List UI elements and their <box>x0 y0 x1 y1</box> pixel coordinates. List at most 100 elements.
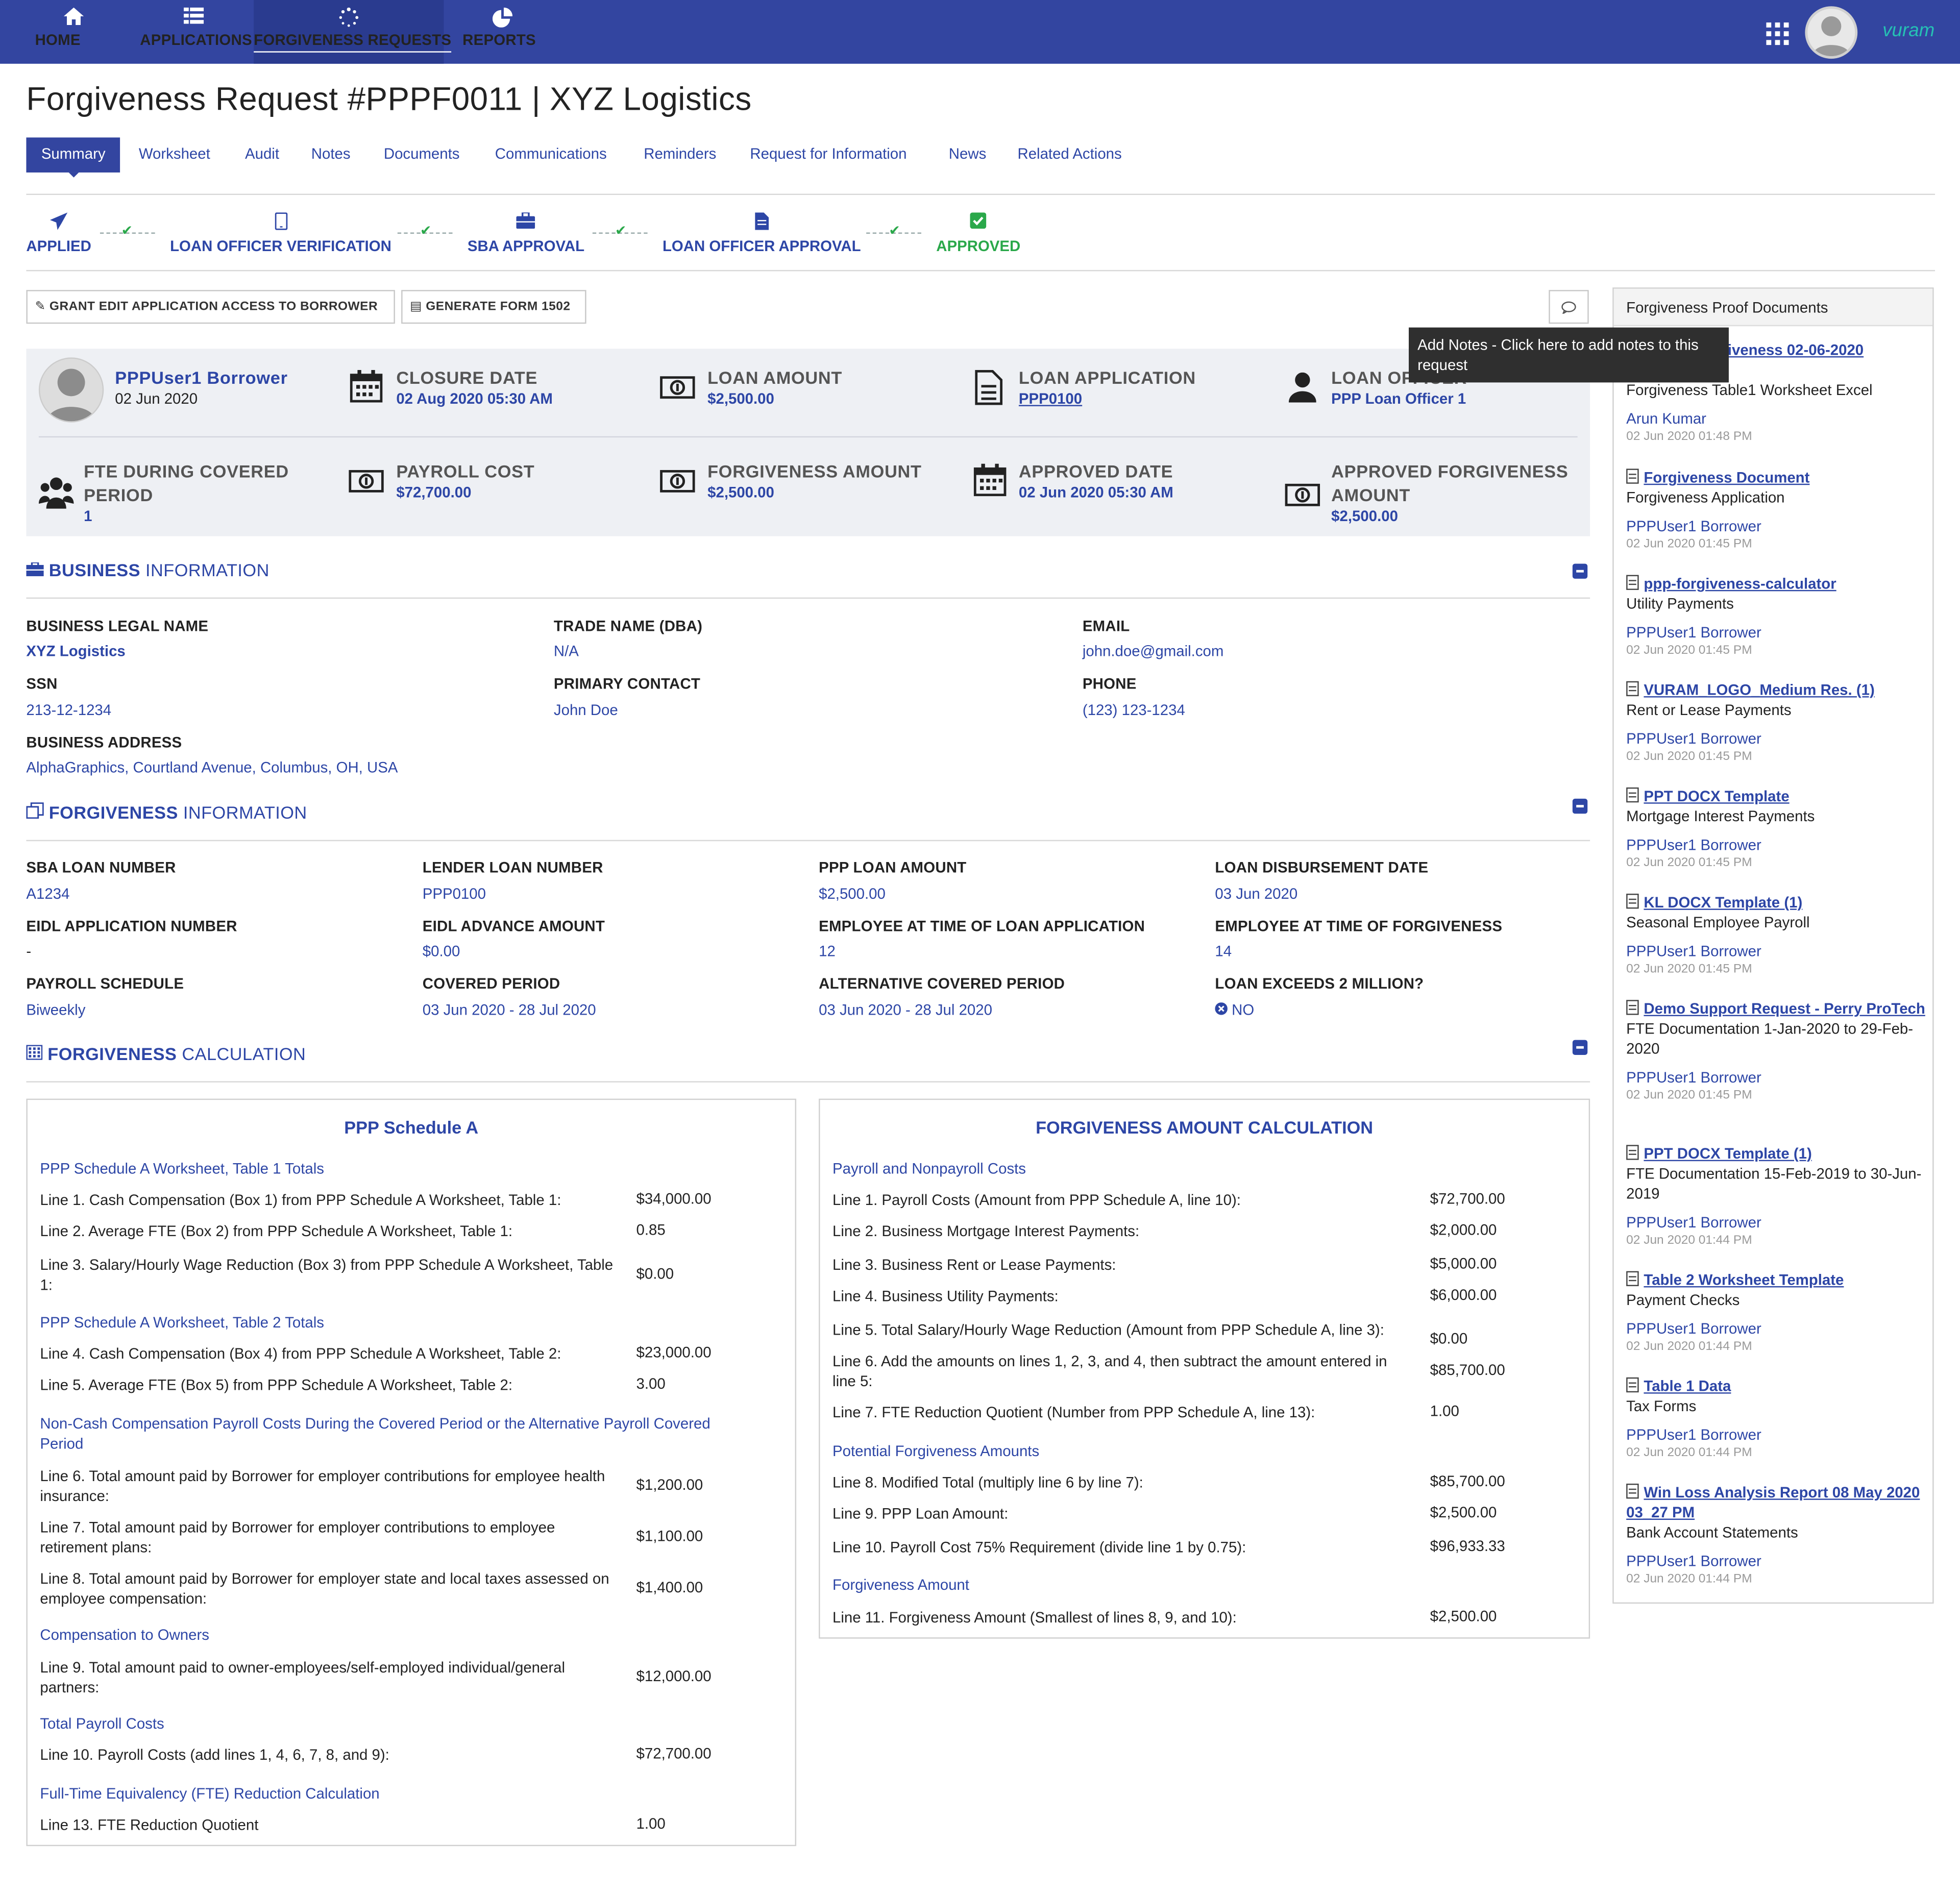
nav-reports[interactable]: REPORTS <box>462 0 543 64</box>
proof-document-uploader[interactable]: PPPUser1 Borrower <box>1626 1551 1926 1571</box>
grant-edit-access-button[interactable]: ✎ GRANT EDIT APPLICATION ACCESS TO BORRO… <box>26 290 395 324</box>
tab-summary[interactable]: Summary <box>26 137 120 178</box>
checkbox-checked-icon <box>936 212 1020 235</box>
lender-loan-number-label: LENDER LOAN NUMBER <box>422 858 603 876</box>
calc-line-label: Line 4. Cash Compensation (Box 4) from P… <box>40 1345 561 1363</box>
proof-document-link[interactable]: VURAM_LOGO_Medium Res. (1) <box>1626 680 1926 700</box>
send-icon <box>26 212 91 235</box>
proof-document-category: Forgiveness Table1 Worksheet Excel <box>1626 381 1873 399</box>
collapse-business-button[interactable] <box>1572 563 1588 579</box>
proof-document-time: 02 Jun 2020 01:45 PM <box>1626 537 1752 552</box>
calc-line-amount: 3.00 <box>636 1374 666 1393</box>
lender-loan-number-value: PPP0100 <box>422 884 486 903</box>
trade-name-value: N/A <box>553 642 579 660</box>
ppp-schedule-a-panel: PPP Schedule A PPP Schedule A Worksheet,… <box>26 1098 797 1847</box>
fte-during-covered-period: FTE DURING COVERED PERIOD 1 <box>84 461 289 525</box>
add-notes-button[interactable] <box>1549 290 1589 324</box>
ppp-loan-amount-label: PPP LOAN AMOUNT <box>819 858 967 876</box>
payroll-cost: PAYROLL COST $72,700.00 <box>396 461 535 502</box>
email-value[interactable]: john.doe@gmail.com <box>1083 643 1224 660</box>
tab-communications[interactable]: Communications <box>480 137 622 173</box>
proof-document-uploader[interactable]: PPPUser1 Borrower <box>1626 1067 1926 1087</box>
loan-disbursement-date-value: 03 Jun 2020 <box>1215 884 1298 903</box>
proof-document-item: Forgiveness Document Forgiveness Applicat… <box>1626 468 1926 554</box>
employee-at-forgiveness-label: EMPLOYEE AT TIME OF FORGIVENESS <box>1215 917 1503 935</box>
collapse-forgiveness-info-button[interactable] <box>1572 798 1588 814</box>
borrower-info: PPPUser1 Borrower 02 Jun 2020 <box>115 366 287 407</box>
calc-line-label: Line 7. Total amount paid by Borrower fo… <box>40 1518 555 1557</box>
proof-document-uploader[interactable]: PPPUser1 Borrower <box>1626 1319 1926 1339</box>
proof-document-link[interactable]: Win Loss Analysis Report 08 May 2020 03_… <box>1626 1483 1926 1522</box>
forgiveness-amount-calc-title: FORGIVENESS AMOUNT CALCULATION <box>1036 1117 1374 1138</box>
proof-document-uploader[interactable]: PPPUser1 Borrower <box>1626 941 1926 961</box>
proof-document-uploader[interactable]: PPPUser1 Borrower <box>1626 729 1926 749</box>
proof-document-uploader[interactable]: PPPUser1 Borrower <box>1626 516 1926 536</box>
calculator-icon <box>26 1044 43 1064</box>
app-grid-icon[interactable] <box>1766 22 1789 45</box>
nav-home[interactable]: HOME <box>35 0 113 64</box>
payroll-schedule-label: PAYROLL SCHEDULE <box>26 975 184 993</box>
borrower-avatar <box>38 357 104 423</box>
calc-line-label: Line 1. Payroll Costs (Amount from PPP S… <box>832 1191 1241 1209</box>
divider <box>26 1081 1590 1083</box>
alternative-covered-period-value: 03 Jun 2020 - 28 Jul 2020 <box>819 1001 992 1019</box>
generate-form-button[interactable]: ▤ GENERATE FORM 1502 <box>401 290 586 324</box>
proof-document-link[interactable]: PPT DOCX Template (1) <box>1626 1144 1926 1164</box>
business-information-title: BUSINESS INFORMATION <box>26 560 269 580</box>
money-icon <box>349 470 384 499</box>
tab-request-for-information[interactable]: Request for Information <box>735 137 922 173</box>
proof-document-item: PPT DOCX Template Mortgage Interest Payme… <box>1626 786 1926 872</box>
tab-related-actions[interactable]: Related Actions <box>1002 137 1137 173</box>
briefcase-icon <box>26 560 44 580</box>
calc-line-amount: $1,400.00 <box>636 1579 703 1596</box>
calc-line-label: Line 2. Average FTE (Box 2) from PPP Sch… <box>40 1222 513 1240</box>
proof-document-link[interactable]: ppp-forgiveness-calculator <box>1626 574 1926 594</box>
mobile-icon <box>170 212 391 235</box>
phone-value: (123) 123-1234 <box>1082 701 1185 719</box>
calc-section-heading: Forgiveness Amount <box>832 1576 969 1594</box>
user-avatar[interactable] <box>1805 6 1858 59</box>
nav-forgiveness-requests[interactable]: FORGIVENESS REQUESTS <box>254 0 452 64</box>
proof-document-item: Table 1 Data Tax Forms PPPUser1 Borrower 02… <box>1626 1376 1926 1462</box>
proof-document-uploader[interactable]: PPPUser1 Borrower <box>1626 1425 1926 1445</box>
calc-line-label: Line 3. Business Rent or Lease Payments: <box>832 1256 1116 1274</box>
calc-line-amount: $2,000.00 <box>1430 1221 1497 1239</box>
tab-notes[interactable]: Notes <box>296 137 365 173</box>
proof-document-uploader[interactable]: PPPUser1 Borrower <box>1626 835 1926 855</box>
tab-documents[interactable]: Documents <box>369 137 474 173</box>
ppp-loan-amount-value: $2,500.00 <box>819 884 886 903</box>
calc-line-label: Line 10. Payroll Costs (add lines 1, 4, … <box>40 1746 389 1764</box>
divider <box>26 269 1935 272</box>
forgiveness-information-title: FORGIVENESS INFORMATION <box>26 802 307 822</box>
forgiveness-amount: FORGIVENESS AMOUNT $2,500.00 <box>707 461 922 502</box>
tab-reminders[interactable]: Reminders <box>629 137 731 173</box>
borrower-name[interactable]: PPPUser1 Borrower <box>115 366 287 390</box>
proof-document-uploader[interactable]: Arun Kumar <box>1626 409 1926 429</box>
proof-document-category: Seasonal Employee Payroll <box>1626 914 1810 931</box>
proof-document-uploader[interactable]: PPPUser1 Borrower <box>1626 1213 1926 1233</box>
list-icon <box>140 0 248 30</box>
proof-document-link[interactable]: Table 2 Worksheet Template <box>1626 1270 1926 1290</box>
step-sba-approval: SBA APPROVAL <box>468 211 584 255</box>
tab-news[interactable]: News <box>934 137 1001 173</box>
proof-document-link[interactable]: Table 1 Data <box>1626 1376 1926 1396</box>
proof-document-uploader[interactable]: PPPUser1 Borrower <box>1626 623 1926 643</box>
nav-applications[interactable]: APPLICATIONS <box>140 0 252 64</box>
brand-logo: vuram <box>1882 20 1935 41</box>
file-icon <box>1626 1271 1639 1287</box>
proof-document-time: 02 Jun 2020 01:44 PM <box>1626 1234 1752 1248</box>
proof-document-link[interactable]: KL DOCX Template (1) <box>1626 893 1926 913</box>
loan-application: LOAN APPLICATION PPP0100 <box>1018 367 1196 408</box>
proof-document-link[interactable]: PPT DOCX Template <box>1626 786 1926 806</box>
summary-card: PPPUser1 Borrower 02 Jun 2020 CLOSURE DA… <box>26 349 1590 536</box>
tab-worksheet[interactable]: Worksheet <box>124 137 225 173</box>
email-label: EMAIL <box>1082 617 1130 635</box>
proof-document-link[interactable]: Forgiveness Document <box>1626 468 1926 487</box>
primary-contact-value: John Doe <box>553 701 618 719</box>
calc-line-amount: $85,700.00 <box>1430 1361 1505 1379</box>
collapse-calculation-button[interactable] <box>1572 1040 1588 1055</box>
tab-audit[interactable]: Audit <box>230 137 295 173</box>
proof-document-link[interactable]: Demo Support Request - Perry ProTech <box>1626 999 1926 1019</box>
check-icon: ✔ <box>121 224 133 239</box>
users-icon <box>38 476 74 515</box>
